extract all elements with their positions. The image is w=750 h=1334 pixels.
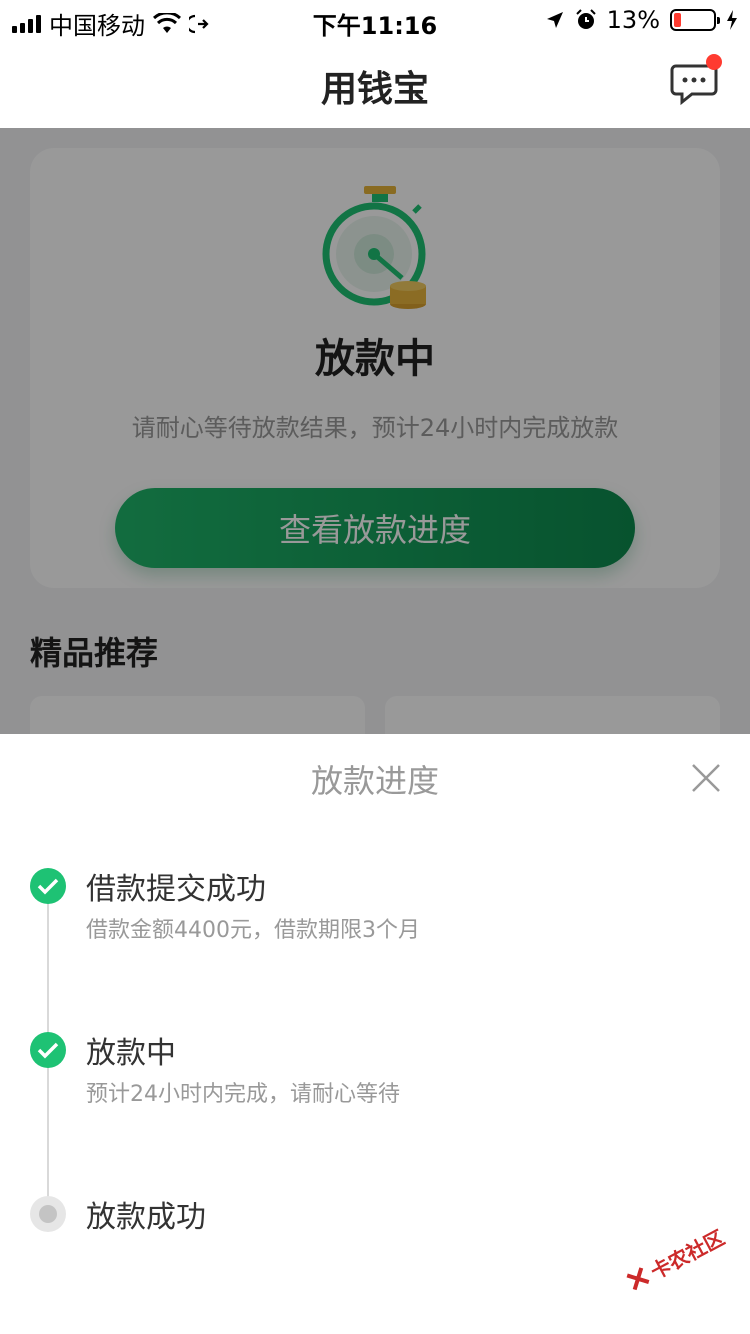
close-button[interactable] <box>690 762 722 794</box>
check-circle-icon <box>30 868 66 904</box>
nav-bar: 用钱宝 <box>0 40 750 128</box>
alarm-clock-icon <box>575 9 596 29</box>
step-title: 放款成功 <box>86 1200 206 1235</box>
step-desc: 借款金额4400元，借款期限3个月 <box>86 918 420 943</box>
page-title: 用钱宝 <box>320 69 429 110</box>
unread-badge <box>706 54 722 70</box>
location-arrow-icon <box>546 12 563 28</box>
step-desc: 预计24小时内完成，请耐心等待 <box>86 1082 400 1107</box>
status-bar-right: 13% <box>545 6 738 34</box>
check-circle-icon <box>30 1032 66 1068</box>
step-title: 借款提交成功 <box>86 872 266 907</box>
status-bar: 中国移动 下午11:16 13% <box>0 0 750 40</box>
modal-backdrop[interactable] <box>0 128 750 734</box>
progress-sheet: 放款进度 借款提交成功 借款金额4400元，借款期限3个月 放款中 预计24小时… <box>0 734 750 1334</box>
sheet-title: 放款进度 <box>310 762 439 800</box>
battery-percent: 13% <box>606 6 660 34</box>
charging-bolt-icon <box>727 10 737 30</box>
close-icon <box>692 764 720 792</box>
pending-circle-icon <box>30 1196 66 1232</box>
battery-icon <box>670 9 720 31</box>
message-button[interactable] <box>670 54 722 106</box>
step-title: 放款中 <box>86 1036 176 1071</box>
